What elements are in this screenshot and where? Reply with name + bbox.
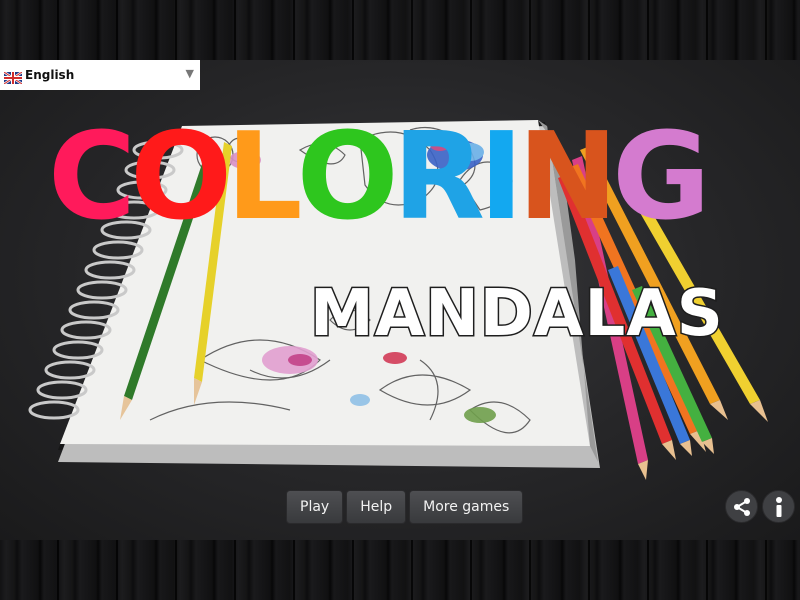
info-icon bbox=[775, 496, 782, 517]
share-icon bbox=[733, 497, 750, 516]
title-letter: R bbox=[392, 108, 485, 247]
game-title: COLORING bbox=[48, 118, 748, 278]
share-button[interactable] bbox=[725, 490, 758, 523]
title-letter: O bbox=[130, 108, 232, 247]
title-letter: O bbox=[296, 108, 399, 247]
info-button[interactable] bbox=[762, 490, 795, 523]
wood-bottom-border bbox=[0, 540, 800, 600]
language-label: English bbox=[25, 68, 75, 82]
dropdown-arrow-icon: ▼ bbox=[185, 67, 194, 80]
uk-flag-icon bbox=[3, 69, 23, 85]
help-button[interactable]: Help bbox=[346, 490, 407, 524]
play-button[interactable]: Play bbox=[286, 490, 344, 524]
title-letter: C bbox=[48, 108, 136, 247]
game-subtitle: MANDALAS bbox=[309, 277, 725, 351]
title-letter: N bbox=[517, 108, 618, 247]
main-menu: Play Help More games bbox=[286, 490, 526, 524]
more-games-button[interactable]: More games bbox=[409, 490, 524, 524]
title-letter: L bbox=[226, 108, 303, 247]
title-letter: I bbox=[478, 108, 524, 247]
title-letter: G bbox=[612, 108, 710, 247]
wood-top-border bbox=[0, 0, 800, 60]
language-selector[interactable]: English ▼ bbox=[0, 60, 200, 90]
